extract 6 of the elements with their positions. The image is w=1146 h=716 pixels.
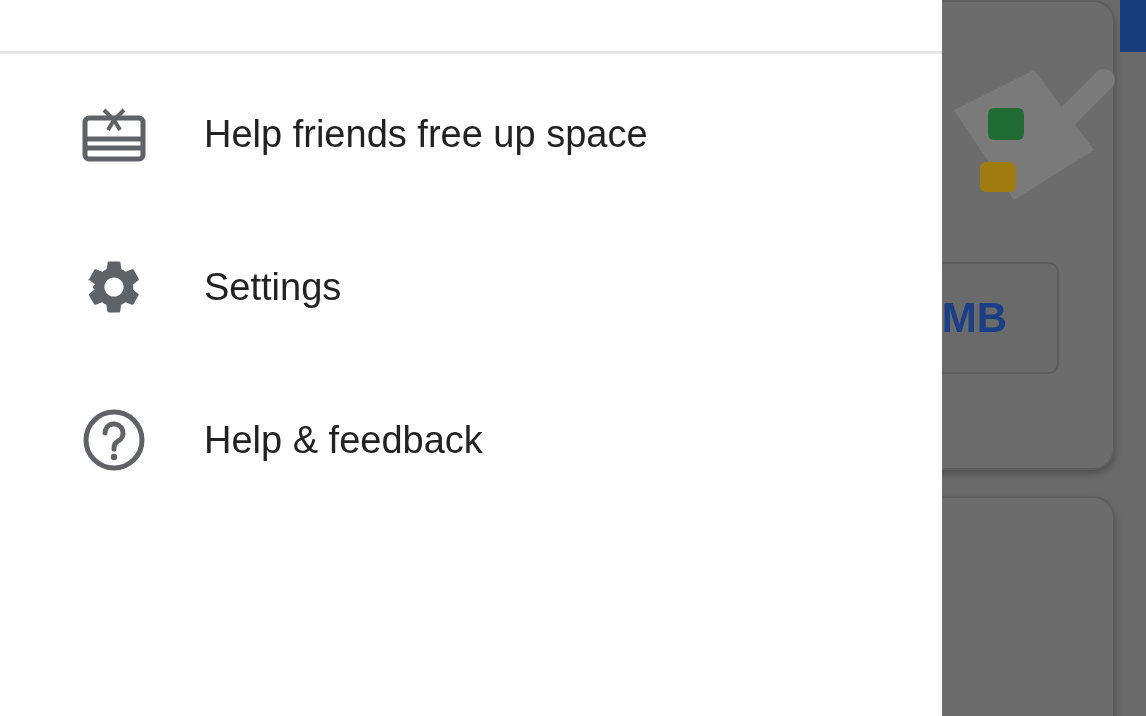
drawer-menu-item[interactable]: Help & feedback: [0, 408, 942, 472]
help-icon: [82, 408, 146, 472]
drawer-menu-item[interactable]: Settings: [0, 255, 942, 319]
gift-card-icon: [82, 106, 146, 162]
header-bar: [1120, 0, 1146, 52]
drawer-menu-item[interactable]: Help friends free up space: [0, 102, 942, 166]
